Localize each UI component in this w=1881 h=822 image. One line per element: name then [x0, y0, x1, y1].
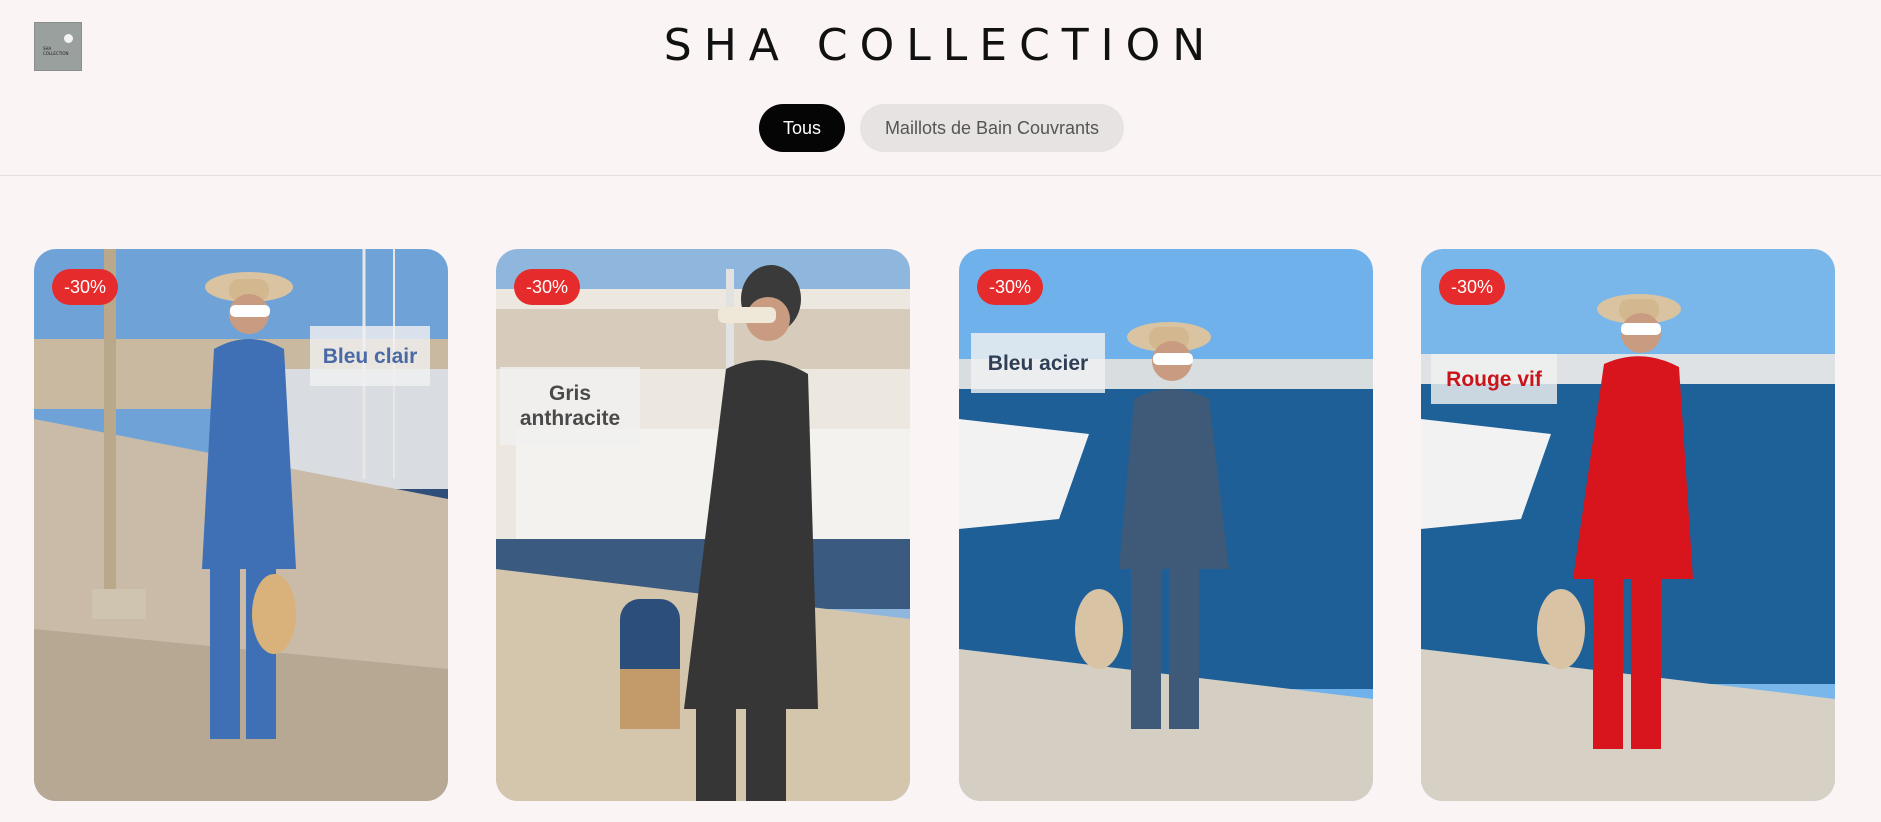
product-image[interactable] [1421, 249, 1835, 801]
color-name-label: Bleu clair [310, 326, 430, 386]
discount-badge: -30% [52, 269, 119, 305]
site-header: SHA COLLECTION SHA COLLECTION Tous Maill… [0, 0, 1881, 176]
color-name-label: Bleu acier [971, 333, 1105, 393]
discount-badge: -30% [514, 269, 581, 305]
discount-badge: -30% [1439, 269, 1506, 305]
product-card-bleu-clair[interactable]: -30% Bleu clair [34, 249, 448, 801]
product-image[interactable] [959, 249, 1373, 801]
product-card-rouge-vif[interactable]: -30% Rouge vif [1421, 249, 1835, 801]
discount-badge: -30% [977, 269, 1044, 305]
filter-maillots-de-bain-couvrants[interactable]: Maillots de Bain Couvrants [860, 104, 1124, 152]
filter-tous[interactable]: Tous [759, 104, 845, 152]
color-name-label: Gris anthracite [500, 367, 640, 445]
product-image[interactable] [496, 249, 910, 801]
page-title: SHA COLLECTION [663, 20, 1218, 71]
product-grid: -30% Bleu clair -30% Gris anthracite -30… [34, 249, 1836, 801]
color-name-label: Rouge vif [1431, 354, 1557, 404]
category-filter-bar: Tous Maillots de Bain Couvrants [0, 104, 1881, 152]
product-card-bleu-acier[interactable]: -30% Bleu acier [959, 249, 1373, 801]
product-card-gris-anthracite[interactable]: -30% Gris anthracite [496, 249, 910, 801]
